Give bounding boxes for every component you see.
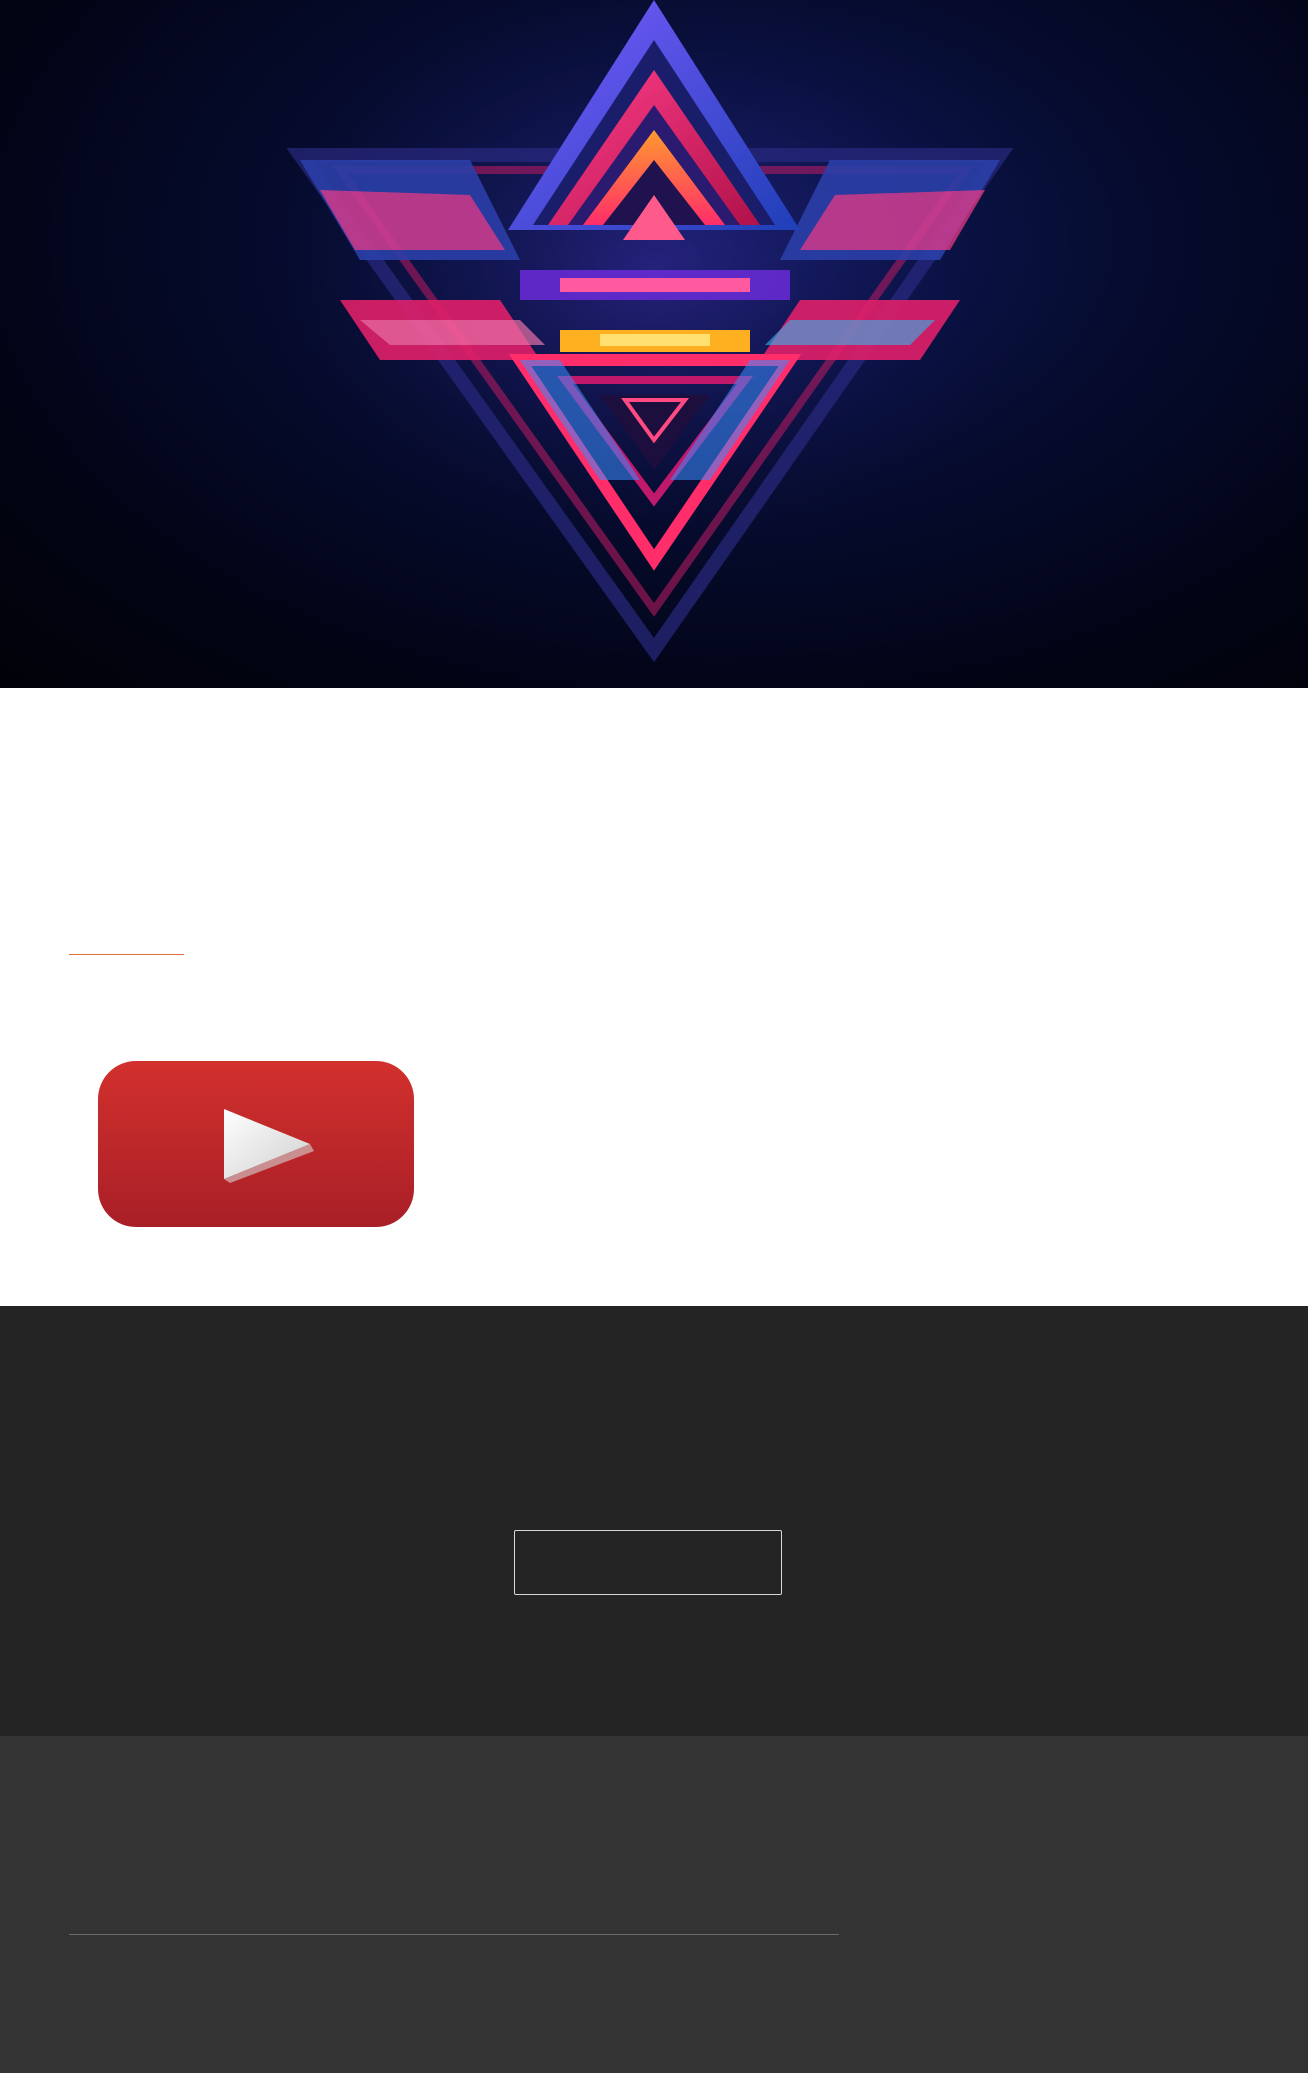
footer [0, 1736, 1308, 2073]
cta-button[interactable] [514, 1530, 782, 1595]
cta-section [0, 1306, 1308, 1736]
page [0, 0, 1308, 2073]
hero-banner [0, 0, 1308, 688]
footer-divider [69, 1934, 839, 1935]
abstract-triangle-art-icon [234, 0, 1074, 663]
content-section [0, 688, 1308, 1306]
accent-divider [69, 954, 184, 955]
youtube-play-icon[interactable] [96, 1059, 416, 1229]
